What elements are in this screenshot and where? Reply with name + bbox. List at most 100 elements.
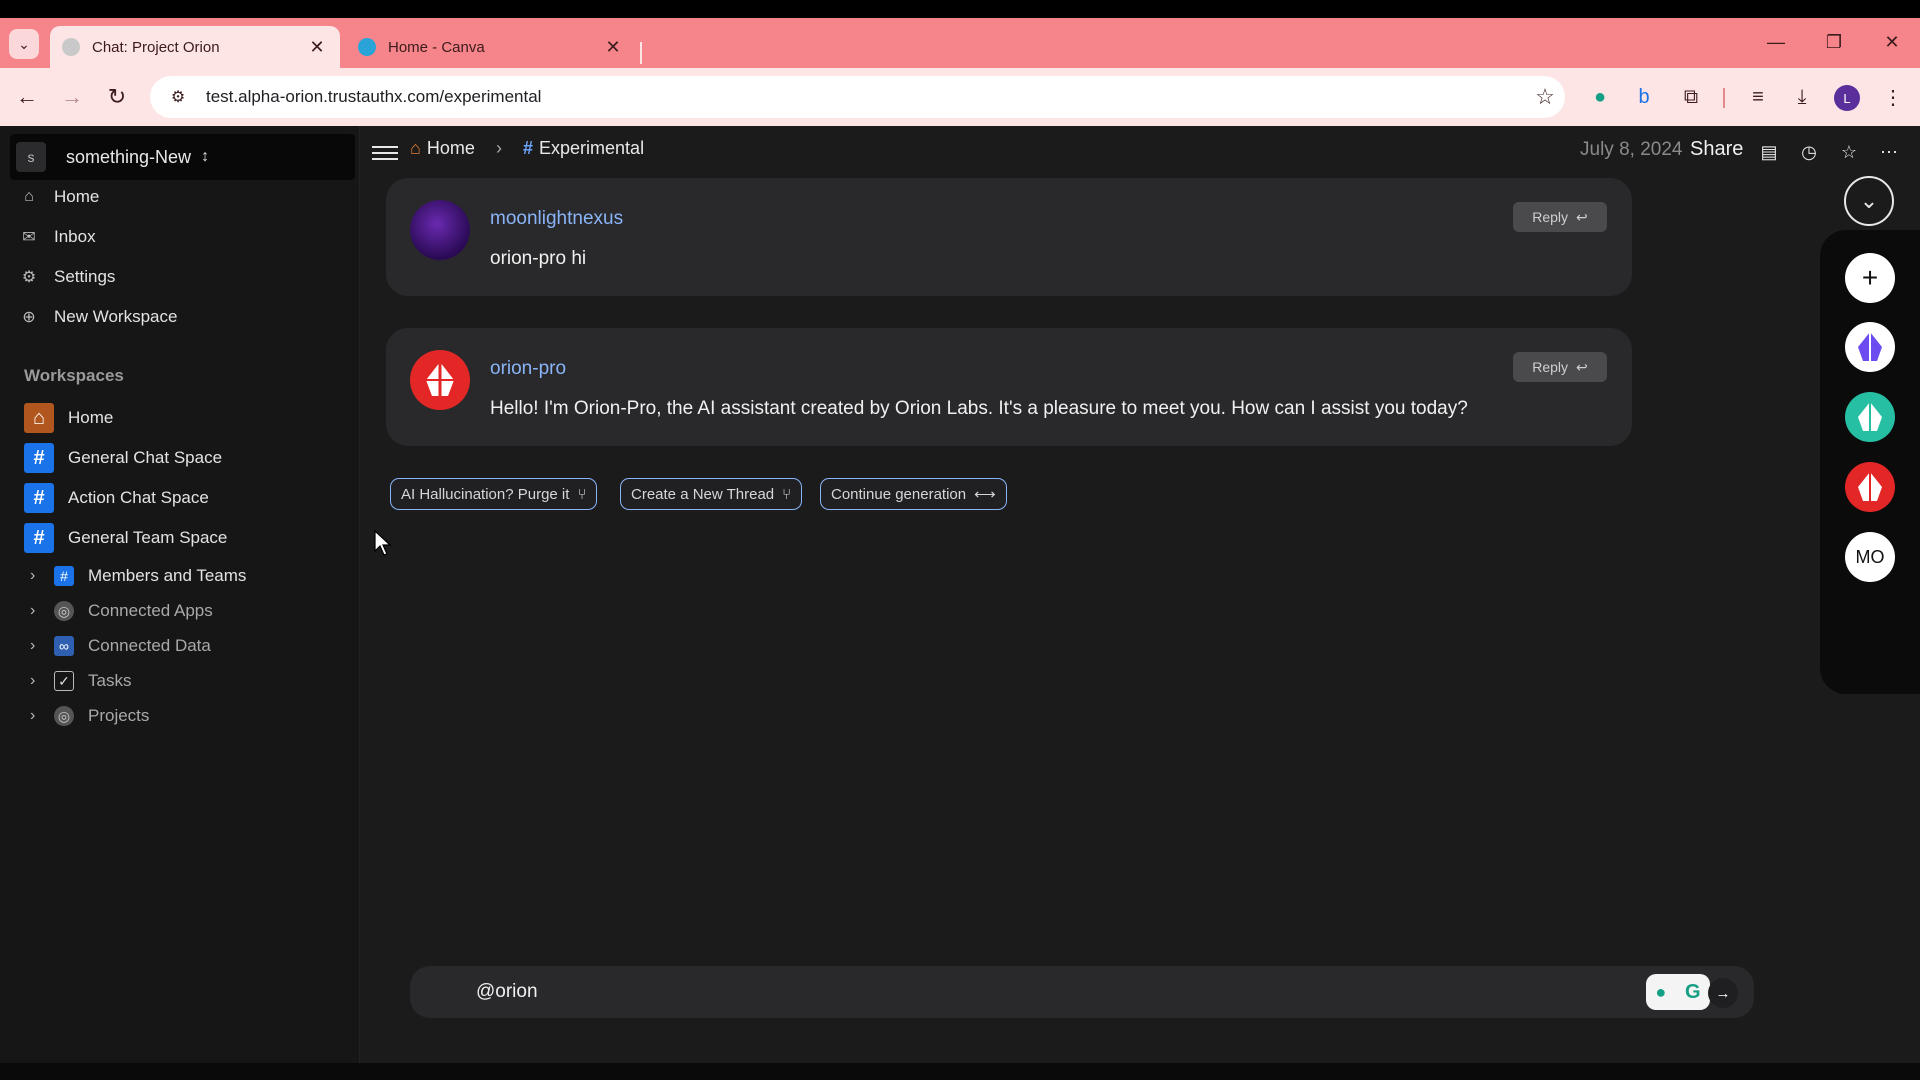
data-link-icon: ∞ [54, 636, 74, 656]
tab-home-canva[interactable]: Home - Canva ✕ [346, 26, 636, 68]
grammarly-badge[interactable]: ● G [1646, 974, 1710, 1010]
tree-item-projects[interactable]: › ◎ Projects [30, 701, 149, 731]
message-author[interactable]: orion-pro [490, 358, 566, 380]
tab-title: Home - Canva [388, 38, 485, 56]
mouse-cursor-icon [374, 530, 392, 556]
breadcrumb-chevron-icon: › [496, 138, 502, 158]
canva-icon [358, 38, 376, 56]
purge-hallucination-button[interactable]: AI Hallucination? Purge it ⑂ [390, 478, 598, 510]
add-agent-button[interactable]: + [1845, 253, 1895, 303]
workspace-item-label: General Team Space [68, 528, 228, 547]
sort-arrows-icon: ↕ [201, 148, 210, 165]
reply-button[interactable]: Reply ↩ [1513, 202, 1607, 232]
history-icon[interactable]: ◷ [1795, 138, 1823, 166]
more-options-icon[interactable]: ⋯ [1875, 138, 1903, 166]
back-icon[interactable]: ← [10, 80, 44, 114]
download-icon[interactable]: ⤓ [1786, 82, 1818, 112]
arrow-right-icon: → [1715, 984, 1731, 1002]
new-thread-button[interactable]: Create a New Thread ⑂ [620, 478, 803, 510]
sidebar-item-inbox[interactable]: ✉ Inbox [18, 220, 95, 254]
menu-toggle-icon[interactable] [372, 142, 398, 164]
reply-button[interactable]: Reply ↩ [1513, 352, 1607, 382]
user-initials: MO [1855, 546, 1885, 567]
continue-generation-button[interactable]: Continue generation ⟷ [820, 478, 1007, 510]
message-author[interactable]: moonlightnexus [490, 208, 623, 230]
reply-arrow-icon: ↩ [1576, 358, 1588, 375]
close-tab-icon[interactable]: ✕ [602, 37, 624, 58]
workspace-switcher[interactable]: s something-New ↕ [10, 134, 355, 180]
chevron-right-icon[interactable]: › [30, 672, 44, 690]
sidebar: s something-New ↕ ⌂ Home ✉ Inbox ⚙ Setti… [0, 126, 360, 1063]
workspace-item-home[interactable]: ⌂ Home [24, 401, 113, 435]
close-tab-icon[interactable]: ✕ [306, 37, 328, 58]
address-bar: ← → ↻ ⚙ test.alpha-orion.trustauthx.com/… [0, 68, 1920, 126]
agent-avatar-teal[interactable] [1845, 392, 1895, 442]
grammarly-icon[interactable]: ● [1584, 82, 1616, 112]
tab-search-button[interactable]: ⌄ [9, 29, 39, 59]
minimize-icon[interactable]: — [1756, 22, 1796, 62]
message-card: orion-pro Hello! I'm Orion-Pro, the AI a… [386, 328, 1632, 446]
home-icon: ⌂ [24, 188, 34, 205]
restore-icon[interactable]: ❐ [1814, 22, 1854, 62]
reply-label: Reply [1532, 359, 1569, 375]
app-root: s something-New ↕ ⌂ Home ✉ Inbox ⚙ Setti… [0, 126, 1920, 1063]
user-avatar[interactable]: MO [1845, 532, 1895, 582]
tree-item-label: Connected Apps [88, 601, 213, 620]
favorite-star-icon[interactable]: ☆ [1835, 138, 1863, 166]
agent-avatar-purple[interactable] [1845, 322, 1895, 372]
tree-item-label: Members and Teams [88, 566, 247, 585]
chevron-right-icon[interactable]: › [30, 637, 44, 655]
message-text: Hello! I'm Orion-Pro, the AI assistant c… [490, 398, 1468, 419]
send-button[interactable]: → [1708, 978, 1738, 1008]
breadcrumb-current-label: Experimental [539, 138, 645, 158]
workspace-item-general-chat[interactable]: # General Chat Space [24, 441, 222, 475]
workspaces-heading: Workspaces [24, 366, 124, 385]
tree-item-members-teams[interactable]: › # Members and Teams [30, 561, 246, 591]
tree-item-connected-data[interactable]: › ∞ Connected Data [30, 631, 211, 661]
site-info-icon[interactable]: ⚙ [158, 82, 198, 112]
close-window-icon[interactable]: ✕ [1872, 22, 1912, 62]
home-icon: ⌂ [410, 138, 421, 158]
omnibox[interactable]: ⚙ test.alpha-orion.trustauthx.com/experi… [150, 76, 1565, 118]
scroll-down-button[interactable]: ⌄ [1844, 176, 1894, 226]
bing-icon[interactable]: b [1628, 82, 1660, 112]
breadcrumb-home[interactable]: ⌂ Home [410, 138, 475, 159]
bookmark-star-icon[interactable]: ☆ [1525, 84, 1565, 110]
profile-avatar[interactable]: L [1834, 85, 1860, 111]
sidebar-item-label: New Workspace [54, 307, 178, 326]
chevron-right-icon[interactable]: › [30, 567, 44, 585]
orion-logo-avatar[interactable] [410, 350, 470, 410]
lightbulb-icon: ● [1655, 981, 1667, 1002]
browser-menu-icon[interactable]: ⋮ [1877, 82, 1909, 112]
chevron-right-icon[interactable]: › [30, 707, 44, 725]
workspace-item-general-team[interactable]: # General Team Space [24, 521, 227, 555]
tree-item-tasks[interactable]: › ✓ Tasks [30, 666, 131, 696]
tab-chat-project-orion[interactable]: Chat: Project Orion ✕ [50, 26, 340, 68]
hash-icon: # [24, 443, 54, 473]
tab-bar: ⌄ Chat: Project Orion ✕ Home - Canva ✕ —… [0, 18, 1920, 68]
agent-avatar-red[interactable] [1845, 462, 1895, 512]
url-text[interactable]: test.alpha-orion.trustauthx.com/experime… [206, 87, 1525, 107]
message-composer: ● G → [410, 966, 1754, 1018]
chevron-right-icon[interactable]: › [30, 602, 44, 620]
sidebar-item-settings[interactable]: ⚙ Settings [18, 260, 116, 294]
chip-label: AI Hallucination? Purge it [401, 485, 570, 503]
media-controls-icon[interactable]: ≡ [1742, 82, 1774, 112]
share-button[interactable]: Share [1690, 138, 1743, 161]
message-input[interactable] [476, 978, 1576, 1006]
breadcrumb-home-label: Home [426, 138, 475, 158]
sidebar-item-new-workspace[interactable]: ⊕ New Workspace [18, 300, 177, 334]
bottom-strip [0, 1063, 1920, 1080]
plus-circle-icon: ⊕ [22, 309, 36, 326]
sidebar-item-home[interactable]: ⌂ Home [18, 180, 99, 214]
workspace-item-action-chat[interactable]: # Action Chat Space [24, 481, 209, 515]
sidebar-item-label: Home [54, 187, 100, 206]
hash-icon: # [523, 138, 534, 158]
reload-icon[interactable]: ↻ [100, 80, 134, 114]
inbox-icon: ✉ [22, 229, 36, 246]
avatar[interactable] [410, 200, 470, 260]
forward-icon[interactable]: → [55, 80, 89, 114]
comments-icon[interactable]: ▤ [1755, 138, 1783, 166]
tree-item-connected-apps[interactable]: › ◎ Connected Apps [30, 596, 213, 626]
extensions-icon[interactable]: ⧉ [1675, 82, 1707, 112]
